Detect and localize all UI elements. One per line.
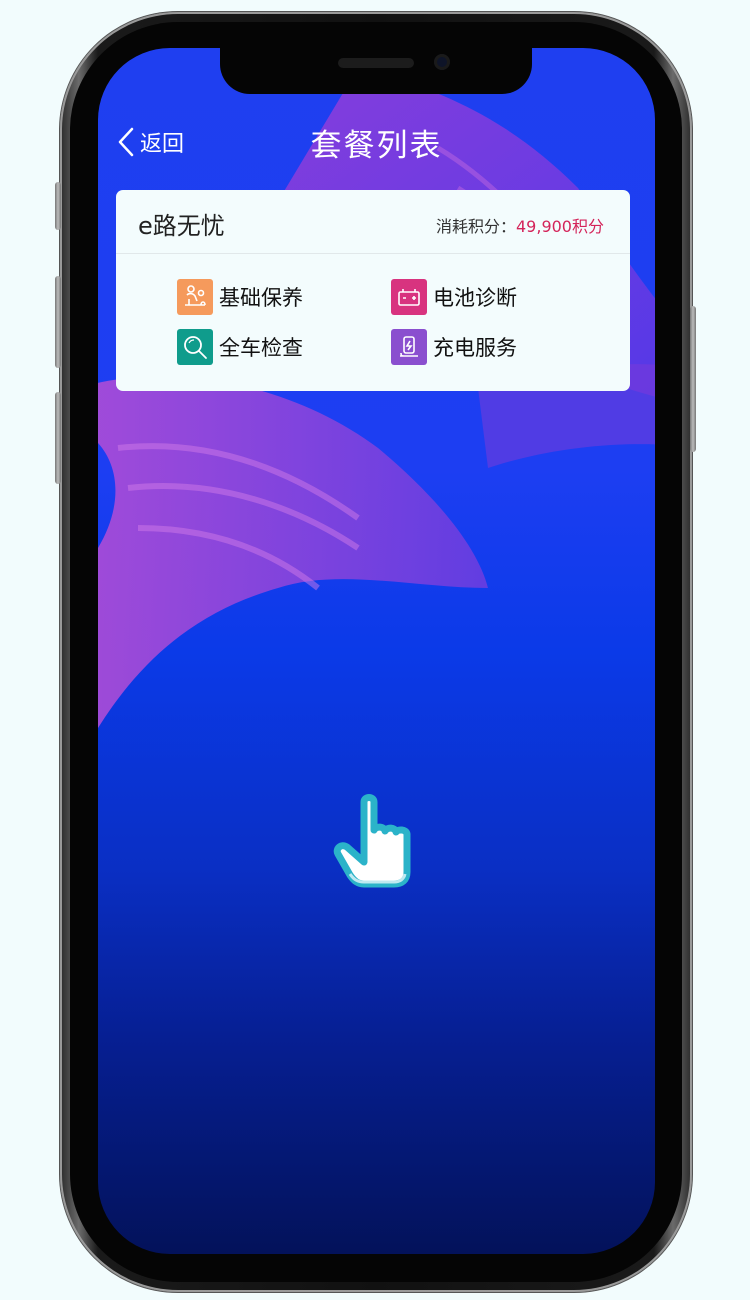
points-label: 消耗积分：: [435, 217, 516, 236]
mute-switch: [55, 182, 61, 230]
service-charging[interactable]: 充电服务: [391, 329, 517, 365]
volume-down-button: [55, 392, 61, 484]
service-full-inspection[interactable]: 全车检查: [177, 329, 303, 365]
volume-up-button: [55, 276, 61, 368]
package-card[interactable]: e路无忧 消耗积分：49,900积分 基础保养 电池诊断 全车检查 充电服务: [116, 190, 630, 391]
maintenance-icon: [177, 279, 213, 315]
magnifier-icon: [177, 329, 213, 365]
service-label: 电池诊断: [433, 286, 517, 310]
points-value: 49,900积分: [516, 217, 604, 236]
service-label: 充电服务: [433, 336, 517, 360]
points-cost: 消耗积分：49,900积分: [436, 213, 604, 237]
service-battery-diagnosis[interactable]: 电池诊断: [391, 279, 517, 315]
service-label: 基础保养: [219, 286, 303, 310]
service-basic-maintenance[interactable]: 基础保养: [177, 279, 303, 315]
tap-hand-icon: [333, 794, 411, 888]
phone-notch: [220, 48, 532, 94]
package-card-header: e路无忧 消耗积分：49,900积分: [116, 190, 630, 254]
charging-icon: [391, 329, 427, 365]
front-camera: [434, 54, 450, 70]
page-title: 套餐列表: [310, 128, 443, 164]
battery-icon: [391, 279, 427, 315]
package-name: e路无忧: [138, 212, 225, 240]
service-label: 全车检查: [219, 336, 303, 360]
earpiece-speaker: [338, 58, 414, 68]
power-button: [690, 306, 696, 452]
